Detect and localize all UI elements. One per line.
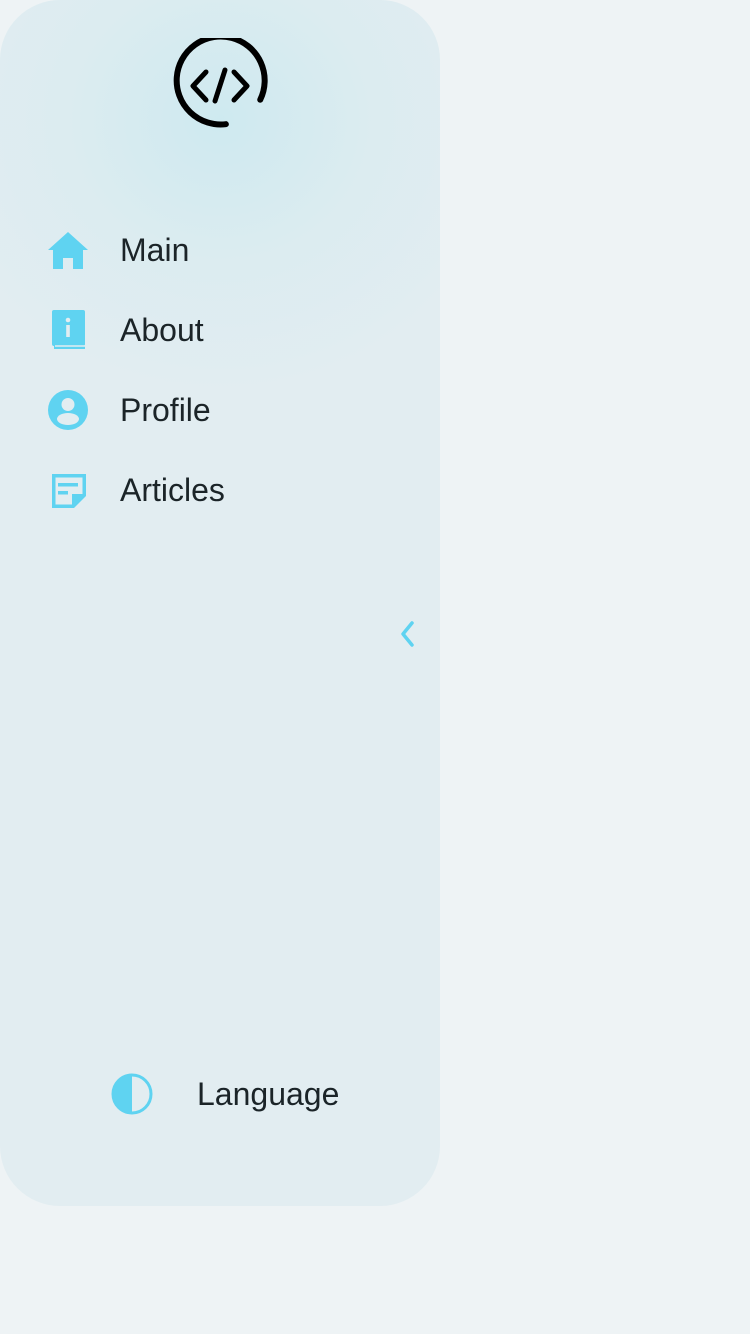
chevron-left-icon xyxy=(398,619,418,654)
info-book-icon xyxy=(46,308,90,352)
code-icon[interactable] xyxy=(172,33,268,134)
sidebar-item-label: Articles xyxy=(120,471,225,508)
language-label: Language xyxy=(197,1075,340,1112)
sidebar-item-profile[interactable]: Profile xyxy=(46,370,406,450)
sidebar-item-label: Profile xyxy=(120,391,211,428)
article-note-icon xyxy=(46,468,90,512)
home-icon xyxy=(46,228,90,272)
collapse-sidebar-button[interactable] xyxy=(392,616,424,656)
sidebar-item-main[interactable]: Main xyxy=(46,210,406,290)
user-circle-icon xyxy=(46,388,90,432)
sidebar-item-label: Main xyxy=(120,231,190,268)
sidebar: Main About Profile Articles Language xyxy=(0,0,440,1206)
sidebar-nav: Main About Profile Articles xyxy=(46,210,406,530)
sidebar-item-articles[interactable]: Articles xyxy=(46,450,406,530)
half-circle-theme-icon[interactable] xyxy=(110,1072,154,1116)
language-switcher[interactable]: Language xyxy=(110,1070,339,1118)
sidebar-item-label: About xyxy=(120,311,204,348)
sidebar-item-about[interactable]: About xyxy=(46,290,406,370)
